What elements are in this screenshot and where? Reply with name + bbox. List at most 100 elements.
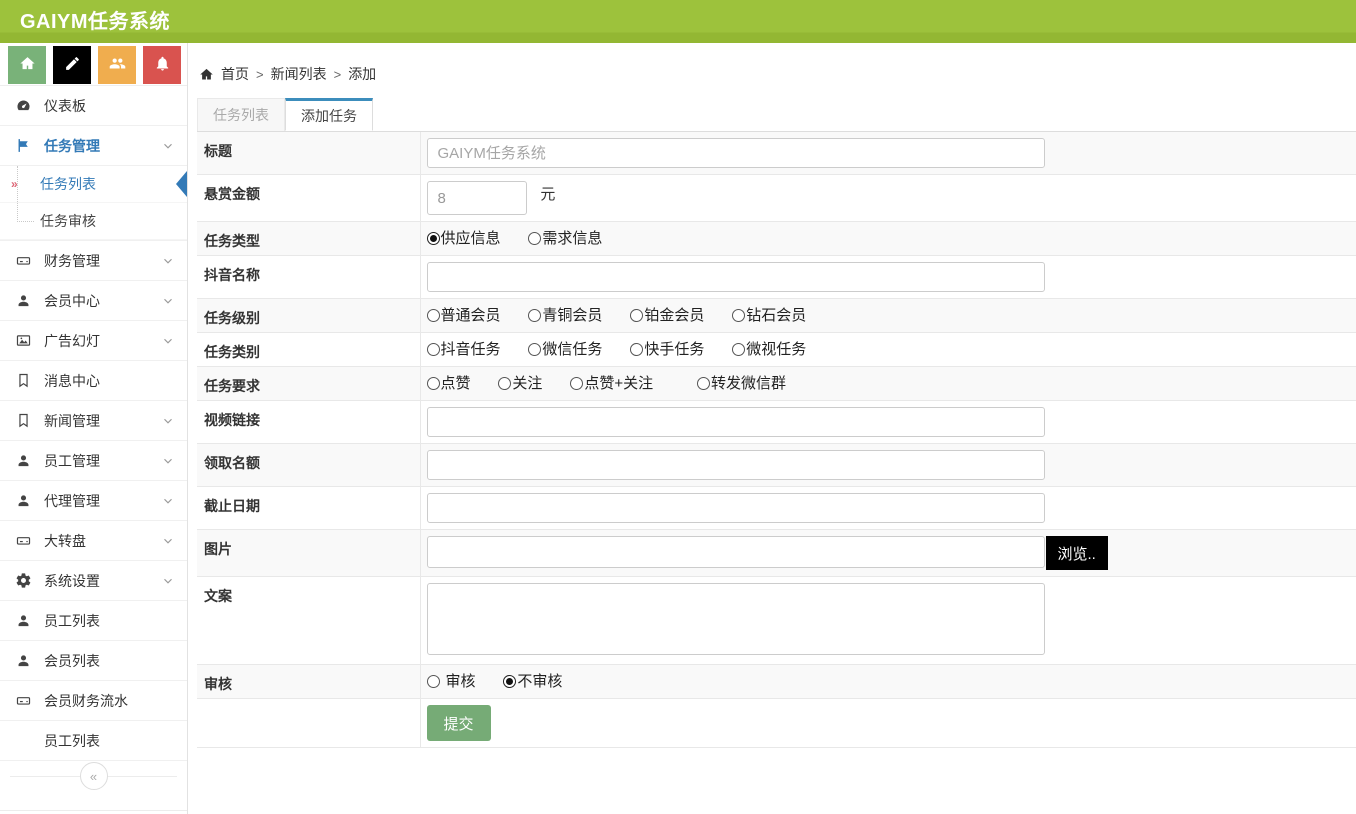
home-icon [19, 55, 36, 75]
sidebar-item-member-finance-flow[interactable]: 会员财务流水 [0, 681, 187, 721]
reward-amount-input[interactable] [427, 181, 527, 215]
chevron-down-icon [161, 294, 175, 308]
field-label-copywriting: 文案 [197, 577, 420, 665]
sidebar-item-dashboard[interactable]: 仪表板 [0, 86, 187, 126]
radio-no-audit[interactable]: 不审核 [503, 671, 562, 692]
radio-icon [630, 343, 643, 356]
user-icon [13, 611, 33, 631]
sidebar-item-ad-slides[interactable]: 广告幻灯 [0, 321, 187, 361]
chevron-down-icon [161, 254, 175, 268]
sidebar-item-label: 员工管理 [44, 451, 100, 471]
chevron-down-icon [161, 534, 175, 548]
radio-wechat-task[interactable]: 微信任务 [528, 339, 602, 360]
user-icon [13, 451, 33, 471]
sidebar-item-message-center[interactable]: 消息中心 [0, 361, 187, 401]
form-row-video-link: 视频链接 [197, 401, 1356, 444]
radio-kuaishou-task[interactable]: 快手任务 [630, 339, 704, 360]
radio-normal-member[interactable]: 普通会员 [427, 305, 501, 326]
sidebar-item-finance-management[interactable]: 财务管理 [0, 241, 187, 281]
sidebar-item-staff-list[interactable]: 员工列表 [0, 601, 187, 641]
chevron-down-icon [161, 454, 175, 468]
dashboard-icon [13, 96, 33, 116]
sidebar-collapse-button[interactable]: « [80, 762, 108, 790]
radio-follow[interactable]: 关注 [498, 373, 542, 394]
radio-forward-wechat-group[interactable]: 转发微信群 [697, 373, 786, 394]
sidebar-item-member-center[interactable]: 会员中心 [0, 281, 187, 321]
home-button[interactable] [8, 46, 46, 84]
chevron-down-icon [161, 574, 175, 588]
deadline-input[interactable] [427, 493, 1045, 523]
user-icon [13, 651, 33, 671]
radio-like[interactable]: 点赞 [427, 373, 471, 394]
form-row-reward-amount: 悬赏金额 元 [197, 175, 1356, 222]
users-button[interactable] [98, 46, 136, 84]
chevron-down-icon [161, 414, 175, 428]
breadcrumb-home[interactable]: 首页 [221, 64, 249, 84]
sidebar-item-news-management[interactable]: 新闻管理 [0, 401, 187, 441]
field-label-reward: 悬赏金额 [197, 175, 420, 222]
sidebar-item-system-settings[interactable]: 系统设置 [0, 561, 187, 601]
sidebar-item-big-wheel[interactable]: 大转盘 [0, 521, 187, 561]
main-content: 首页 > 新闻列表 > 添加 任务列表 添加任务 标题 悬赏金额 元 [188, 43, 1356, 814]
app-header: GAIYM任务系统 [0, 0, 1356, 43]
sidebar-item-task-list[interactable]: » 任务列表 [0, 166, 187, 203]
field-label-task-category: 任务类别 [197, 333, 420, 367]
tab-add-task[interactable]: 添加任务 [285, 98, 373, 131]
sidebar-item-label: 系统设置 [44, 571, 100, 591]
breadcrumb: 首页 > 新闻列表 > 添加 [197, 64, 1356, 84]
chevron-down-icon [161, 139, 175, 153]
users-icon [109, 55, 126, 75]
sidebar-item-task-audit[interactable]: 任务审核 [0, 203, 187, 240]
radio-platinum-member[interactable]: 铂金会员 [630, 305, 704, 326]
copywriting-textarea[interactable] [427, 583, 1045, 655]
edit-button[interactable] [53, 46, 91, 84]
radio-diamond-member[interactable]: 钻石会员 [732, 305, 806, 326]
sidebar-item-staff-list-2[interactable]: 员工列表 [0, 721, 187, 761]
radio-icon [570, 377, 583, 390]
radio-bronze-member[interactable]: 青铜会员 [528, 305, 602, 326]
image-file-input[interactable] [427, 536, 1045, 568]
radio-icon [732, 309, 745, 322]
form-row-task-type: 任务类型 供应信息 需求信息 [197, 222, 1356, 256]
sidebar-menu: 仪表板 任务管理 » 任务列表 任务审核 财务管理 [0, 85, 187, 761]
sidebar-item-member-list[interactable]: 会员列表 [0, 641, 187, 681]
radio-weishi-task[interactable]: 微视任务 [732, 339, 806, 360]
divider [0, 793, 187, 811]
sidebar-toolbar [0, 43, 187, 85]
radio-icon [528, 232, 541, 245]
gear-icon [13, 571, 33, 591]
sidebar-item-label: 代理管理 [44, 491, 100, 511]
field-label-empty [197, 699, 420, 748]
bookmark-icon [13, 371, 33, 391]
tab-task-list[interactable]: 任务列表 [197, 98, 285, 131]
radio-icon [427, 675, 440, 688]
field-label-douyin-name: 抖音名称 [197, 256, 420, 299]
notifications-button[interactable] [143, 46, 181, 84]
form-row-copywriting: 文案 [197, 577, 1356, 665]
douyin-name-input[interactable] [427, 262, 1045, 292]
field-label-task-type: 任务类型 [197, 222, 420, 256]
radio-audit[interactable]: 审核 [427, 671, 476, 692]
sidebar-item-label: 任务审核 [40, 211, 96, 231]
browse-button[interactable]: 浏览.. [1046, 536, 1108, 570]
tab-bar: 任务列表 添加任务 [197, 98, 1356, 132]
form-row-audit: 审核 审核 不审核 [197, 665, 1356, 699]
radio-like-and-follow[interactable]: 点赞+关注 [570, 373, 653, 394]
radio-douyin-task[interactable]: 抖音任务 [427, 339, 501, 360]
radio-supply-info[interactable]: 供应信息 [427, 228, 501, 249]
form-row-task-category: 任务类别 抖音任务 微信任务 快手任务 微视任务 [197, 333, 1356, 367]
radio-icon [503, 675, 516, 688]
video-link-input[interactable] [427, 407, 1045, 437]
quota-input[interactable] [427, 450, 1045, 480]
sidebar-item-staff-management[interactable]: 员工管理 [0, 441, 187, 481]
form-row-image: 图片 浏览.. [197, 530, 1356, 577]
radio-icon [528, 343, 541, 356]
breadcrumb-news-list[interactable]: 新闻列表 [271, 64, 327, 84]
sidebar-item-task-management[interactable]: 任务管理 [0, 126, 187, 166]
sidebar-item-label: 任务管理 [44, 136, 100, 156]
sidebar-item-label: 员工列表 [44, 731, 100, 751]
radio-demand-info[interactable]: 需求信息 [528, 228, 602, 249]
submit-button[interactable]: 提交 [427, 705, 491, 741]
title-input[interactable] [427, 138, 1045, 168]
sidebar-item-agent-management[interactable]: 代理管理 [0, 481, 187, 521]
